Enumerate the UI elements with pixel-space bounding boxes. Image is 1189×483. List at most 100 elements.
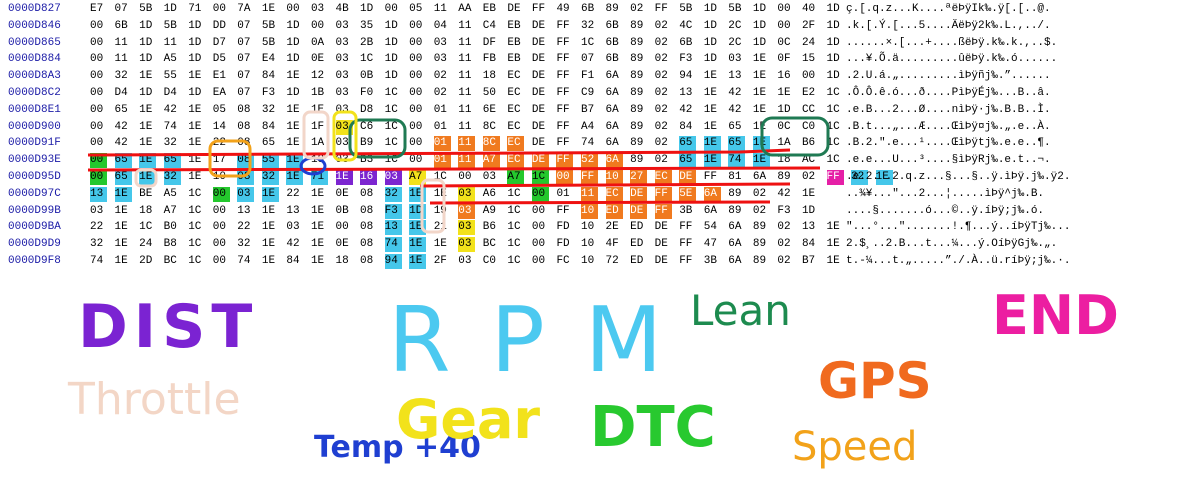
- hex-byte[interactable]: 4C: [679, 19, 696, 34]
- hex-byte[interactable]: 5E: [679, 186, 697, 202]
- hex-byte[interactable]: DD: [213, 19, 230, 34]
- hex-byte[interactable]: 1A: [311, 136, 328, 151]
- hex-byte[interactable]: A7: [507, 170, 525, 185]
- hex-byte[interactable]: 00: [409, 19, 426, 34]
- hex-byte[interactable]: DE: [532, 136, 549, 151]
- hex-byte[interactable]: DE: [532, 103, 549, 118]
- hex-byte[interactable]: 16: [360, 170, 378, 185]
- hex-byte[interactable]: 11: [581, 186, 598, 202]
- hex-byte[interactable]: 6B: [606, 36, 623, 51]
- hex-byte[interactable]: AA: [458, 2, 475, 17]
- hex-byte[interactable]: A4: [581, 120, 598, 135]
- hex-byte[interactable]: 10: [213, 170, 230, 185]
- hex-byte[interactable]: 00: [90, 170, 107, 185]
- hex-byte[interactable]: 6A: [728, 237, 745, 252]
- hex-byte[interactable]: 03: [336, 69, 353, 84]
- hex-byte[interactable]: 89: [630, 19, 647, 34]
- hex-byte[interactable]: 0B: [336, 204, 353, 219]
- hex-byte[interactable]: 00: [213, 220, 230, 235]
- hex-byte[interactable]: 13: [90, 186, 107, 202]
- hex-byte[interactable]: 1C: [507, 204, 524, 219]
- hex-byte[interactable]: 1D: [385, 19, 402, 34]
- hex-byte[interactable]: 0C: [777, 120, 794, 135]
- hex-byte[interactable]: 32: [164, 136, 181, 151]
- hex-byte[interactable]: 89: [606, 2, 623, 17]
- hex-byte[interactable]: 00: [90, 86, 107, 101]
- hex-byte[interactable]: 13: [679, 86, 696, 101]
- hex-byte[interactable]: 02: [655, 36, 672, 51]
- hex-byte[interactable]: A5: [164, 187, 181, 202]
- hex-byte[interactable]: 1C: [360, 52, 377, 67]
- hex-byte[interactable]: A9: [483, 204, 500, 219]
- hex-byte[interactable]: 1E: [262, 2, 279, 17]
- hex-byte[interactable]: 03: [728, 52, 745, 67]
- hex-byte[interactable]: 24: [802, 36, 819, 51]
- hex-byte[interactable]: 1E: [311, 204, 328, 219]
- hex-byte[interactable]: 1D: [753, 19, 770, 34]
- hex-byte[interactable]: 00: [213, 254, 230, 269]
- hex-byte[interactable]: 32: [90, 237, 107, 252]
- hex-byte[interactable]: 6A: [606, 86, 623, 101]
- hex-byte[interactable]: 1E: [827, 237, 844, 252]
- hex-byte[interactable]: 1E: [777, 86, 794, 101]
- hex-byte[interactable]: 11: [458, 36, 475, 51]
- hex-byte[interactable]: DF: [483, 36, 500, 51]
- hex-byte[interactable]: 32: [237, 237, 254, 252]
- hex-byte[interactable]: 1B: [311, 86, 328, 101]
- hex-byte[interactable]: 1E: [311, 237, 328, 252]
- hex-byte[interactable]: 2E: [606, 220, 623, 235]
- hex-byte[interactable]: FF: [556, 204, 573, 219]
- hex-byte[interactable]: 84: [802, 237, 819, 252]
- hex-byte[interactable]: 42: [286, 237, 303, 252]
- hex-byte[interactable]: 18: [311, 153, 328, 168]
- hex-byte[interactable]: 08: [237, 103, 254, 118]
- hex-byte[interactable]: 84: [679, 120, 696, 135]
- hex-byte[interactable]: 07: [237, 52, 254, 67]
- hex-byte[interactable]: 1D: [286, 19, 303, 34]
- hex-byte[interactable]: 2C: [728, 36, 745, 51]
- hex-byte[interactable]: 00: [212, 186, 230, 202]
- hex-byte[interactable]: FF: [679, 220, 696, 235]
- hex-byte[interactable]: 03: [335, 119, 353, 135]
- hex-byte[interactable]: 74: [384, 237, 402, 253]
- hex-byte[interactable]: 00: [409, 153, 426, 168]
- hex-byte[interactable]: 1E: [286, 153, 304, 169]
- hex-byte[interactable]: 1E: [753, 103, 770, 118]
- hex-byte[interactable]: 74: [90, 254, 107, 269]
- hex-byte[interactable]: 0C: [777, 36, 794, 51]
- hex-byte[interactable]: 1E: [139, 170, 157, 185]
- hex-byte[interactable]: A5: [164, 52, 181, 67]
- hex-byte[interactable]: 1C: [827, 120, 844, 135]
- hex-byte[interactable]: DE: [679, 170, 697, 185]
- hex-byte[interactable]: 00: [90, 136, 107, 151]
- hex-byte[interactable]: 55: [164, 69, 181, 84]
- hex-byte[interactable]: 00: [90, 153, 107, 169]
- hex-byte[interactable]: FF: [556, 19, 573, 34]
- hex-byte[interactable]: 1C: [507, 220, 524, 235]
- hex-byte[interactable]: ED: [630, 220, 647, 235]
- hex-byte[interactable]: 1E: [286, 103, 303, 118]
- hex-byte[interactable]: FF: [679, 254, 696, 269]
- hex-byte[interactable]: 1E: [802, 187, 819, 202]
- hex-byte[interactable]: EB: [507, 52, 524, 67]
- hex-byte[interactable]: 1E: [704, 69, 721, 84]
- hex-byte[interactable]: 08: [360, 237, 377, 252]
- hex-byte[interactable]: DE: [655, 254, 672, 269]
- hex-byte[interactable]: FD: [556, 237, 573, 252]
- hex-byte[interactable]: 18: [777, 153, 794, 168]
- hex-byte[interactable]: FF: [556, 52, 573, 67]
- hex-byte[interactable]: EC: [507, 153, 525, 169]
- hex-byte[interactable]: 32: [262, 103, 279, 118]
- hex-byte[interactable]: 89: [630, 103, 647, 118]
- hex-byte[interactable]: 03: [434, 36, 451, 51]
- hex-byte[interactable]: 8C: [483, 120, 500, 135]
- hex-byte[interactable]: 1E: [115, 237, 132, 252]
- hex-byte[interactable]: FF: [532, 2, 549, 17]
- hex-byte[interactable]: 27: [630, 170, 648, 185]
- hex-byte[interactable]: D4: [164, 86, 181, 101]
- hex-byte[interactable]: E4: [262, 52, 279, 67]
- hex-byte[interactable]: 10: [581, 220, 598, 235]
- hex-byte[interactable]: D8: [360, 103, 377, 118]
- hex-byte[interactable]: DE: [532, 52, 549, 67]
- hex-byte[interactable]: 42: [115, 136, 132, 151]
